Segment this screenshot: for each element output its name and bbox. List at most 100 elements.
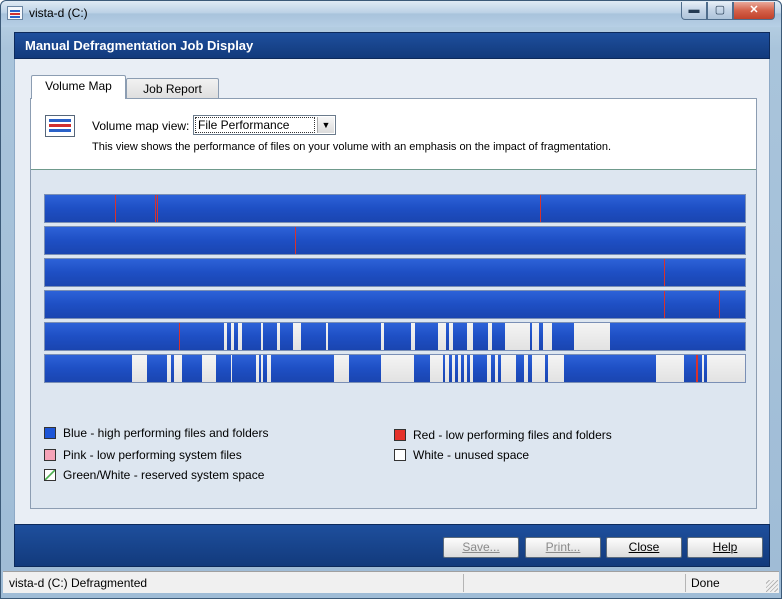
low-performing-segment [155,195,156,222]
legend-label: Red - low performing files and folders [413,428,612,442]
low-performing-segment [179,323,180,350]
blue-swatch-icon [44,427,56,439]
unused-segment [261,355,263,382]
low-performing-segment [157,195,158,222]
volume-map-row [44,290,746,319]
unused-segment [267,355,271,382]
status-text: vista-d (C:) Defragmented [9,576,148,590]
unused-segment [238,323,242,350]
legend-pink: Pink - low performing system files [44,448,242,462]
unused-segment [488,323,492,350]
low-performing-segment [540,195,541,222]
help-button[interactable]: Help [687,537,763,558]
volume-map-row [44,322,746,351]
unused-segment [202,355,216,382]
button-bar: Save... Print... Close Help [14,524,770,567]
unused-segment [334,355,349,382]
status-divider [463,574,464,592]
unused-segment [467,323,473,350]
view-selector-area: Volume map view: File Performance ▼ This… [31,99,756,170]
view-select-value: File Performance [195,117,315,133]
unused-segment [707,355,745,382]
view-description: This view shows the performance of files… [92,141,612,153]
page-title: Manual Defragmentation Job Display [25,38,254,53]
unused-segment [224,323,227,350]
volume-map-row [44,258,746,287]
tab-volume-map[interactable]: Volume Map [31,75,126,99]
unused-segment [261,323,263,350]
unused-segment [256,355,259,382]
unused-segment [326,323,328,350]
red-swatch-icon [394,429,406,441]
unused-segment [548,355,564,382]
pink-swatch-icon [44,449,56,461]
unused-segment [532,355,545,382]
unused-segment [574,323,610,350]
unused-segment [532,323,539,350]
unused-segment [438,323,446,350]
legend-red: Red - low performing files and folders [394,428,612,442]
unused-segment [702,355,704,382]
unused-segment [543,323,552,350]
unused-segment [458,355,461,382]
low-performing-segment [664,291,665,318]
title-bar[interactable]: vista-d (C:) ▬ ▢ ✕ [1,1,781,27]
app-icon [7,6,23,20]
unused-segment [167,355,171,382]
header-band: Manual Defragmentation Job Display [14,32,770,59]
unused-segment [231,323,234,350]
close-button[interactable]: Close [606,537,682,558]
unused-segment [381,355,414,382]
main-content: Volume Map Job Report Volume map view: F… [14,59,770,524]
window-controls: ▬ ▢ ✕ [681,2,775,20]
volume-map-row [44,226,746,255]
view-label: Volume map view: [92,119,190,133]
low-performing-segment [664,259,665,286]
low-performing-segment [115,195,116,222]
legend-white: White - unused space [394,448,529,462]
unused-segment [501,355,516,382]
window-title: vista-d (C:) [29,6,88,20]
unused-segment [430,355,443,382]
unused-segment [495,355,498,382]
status-state: Done [691,576,720,590]
unused-segment [411,323,415,350]
minimize-button[interactable]: ▬ [681,2,707,20]
chevron-down-icon[interactable]: ▼ [317,117,334,133]
unused-segment [231,355,232,382]
maximize-button[interactable]: ▢ [707,2,733,20]
unused-segment [505,323,530,350]
save-button[interactable]: Save... [443,537,519,558]
legend-green-white: Green/White - reserved system space [44,468,264,482]
low-performing-segment [719,291,720,318]
unused-segment [174,355,182,382]
low-performing-segment [696,355,698,382]
unused-segment [449,323,453,350]
unused-segment [293,323,301,350]
unused-segment [524,355,528,382]
unused-segment [132,355,147,382]
volume-map-row [44,354,746,383]
volume-map-panel: Volume map view: File Performance ▼ This… [30,98,757,509]
volume-map-icon [45,115,75,137]
unused-segment [445,355,449,382]
white-swatch-icon [394,449,406,461]
unused-segment [464,355,467,382]
close-window-button[interactable]: ✕ [733,2,775,20]
low-performing-segment [295,227,296,254]
green-white-swatch-icon [44,469,56,481]
print-button[interactable]: Print... [525,537,601,558]
view-select[interactable]: File Performance ▼ [193,115,336,135]
unused-segment [487,355,491,382]
unused-segment [656,355,684,382]
legend-label: White - unused space [413,448,530,462]
app-window: vista-d (C:) ▬ ▢ ✕ Manual Defragmentatio… [0,0,782,599]
volume-map-row [44,194,746,223]
legend-label: Green/White - reserved system space [63,468,265,482]
unused-segment [470,355,473,382]
legend-label: Pink - low performing system files [63,448,242,462]
resize-grip-icon[interactable] [766,580,778,592]
legend-blue: Blue - high performing files and folders [44,426,268,440]
status-divider [685,574,686,592]
unused-segment [452,355,455,382]
